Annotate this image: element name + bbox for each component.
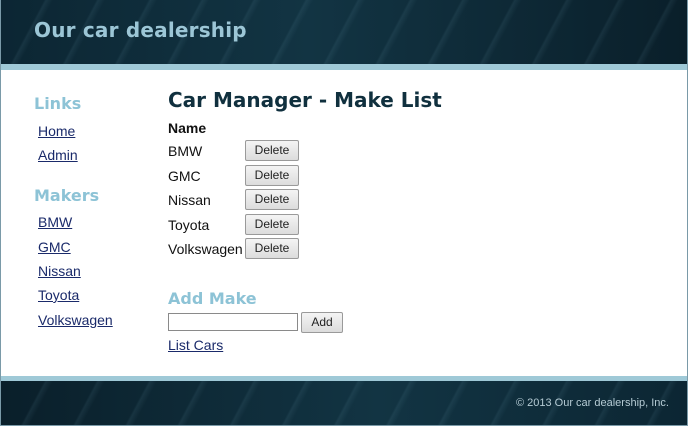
make-name: Nissan: [168, 192, 211, 208]
table-row: Volkswagen Delete: [168, 238, 368, 260]
list-cars-link[interactable]: List Cars: [168, 337, 223, 353]
make-name: BMW: [168, 143, 203, 159]
nav-link-home[interactable]: Home: [38, 123, 75, 139]
maker-link-bmw[interactable]: BMW: [38, 214, 72, 230]
maker-link-nissan[interactable]: Nissan: [38, 263, 81, 279]
maker-link-gmc[interactable]: GMC: [38, 239, 71, 255]
delete-button[interactable]: Delete: [245, 189, 299, 210]
delete-button[interactable]: Delete: [245, 214, 299, 235]
add-make-heading: Add Make: [168, 289, 257, 308]
links-heading: Links: [34, 94, 82, 113]
table-row: Toyota Delete: [168, 214, 368, 236]
maker-link-volkswagen[interactable]: Volkswagen: [38, 312, 113, 328]
makers-heading: Makers: [34, 186, 100, 205]
nav-link-admin[interactable]: Admin: [38, 147, 78, 163]
header-accent-band: [1, 64, 687, 70]
copyright-text: © 2013 Our car dealership, Inc.: [515, 397, 669, 409]
delete-button[interactable]: Delete: [245, 165, 299, 186]
column-header-name: Name: [168, 120, 207, 136]
delete-button[interactable]: Delete: [245, 140, 299, 161]
add-button[interactable]: Add: [301, 312, 343, 333]
table-row: GMC Delete: [168, 165, 368, 187]
site-footer: © 2013 Our car dealership, Inc.: [1, 381, 687, 425]
table-row: BMW Delete: [168, 140, 368, 162]
page-frame: Our car dealership Links Home Admin Make…: [0, 0, 688, 426]
make-name-input[interactable]: [168, 313, 298, 331]
page-title: Car Manager - Make List: [168, 88, 442, 112]
delete-button[interactable]: Delete: [245, 238, 299, 259]
make-name: Volkswagen: [168, 241, 243, 257]
table-row: Nissan Delete: [168, 189, 368, 211]
maker-link-toyota[interactable]: Toyota: [38, 287, 79, 303]
site-header: Our car dealership: [1, 0, 687, 64]
make-name: Toyota: [168, 217, 210, 233]
site-title: Our car dealership: [34, 18, 247, 42]
make-name: GMC: [168, 168, 201, 184]
